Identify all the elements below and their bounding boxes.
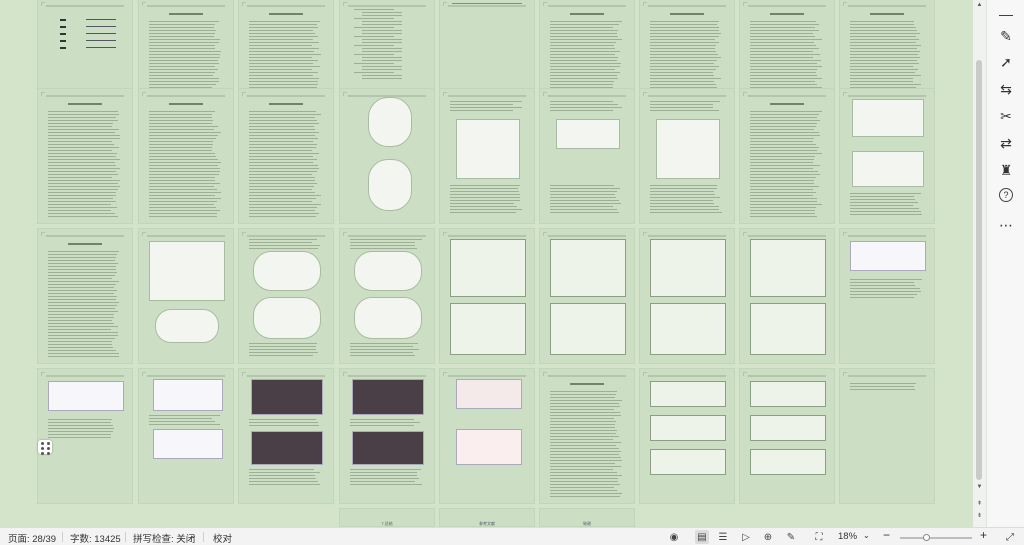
page-thumbnail[interactable]	[539, 228, 635, 364]
page-thumbnail[interactable]	[37, 368, 133, 504]
page-thumbnail[interactable]	[138, 368, 234, 504]
page-thumbnail[interactable]	[37, 88, 133, 224]
page-thumbnail[interactable]	[339, 88, 435, 224]
right-toolbar: — ✎ ➚ ⇆ ✂ ⇄ ♜ ? ⋯	[986, 0, 1024, 527]
page-thumbnail[interactable]	[539, 368, 635, 504]
scroll-thumb[interactable]	[976, 60, 982, 480]
proofread-button[interactable]: 校对	[213, 531, 232, 545]
tools-icon[interactable]: ✂	[996, 106, 1016, 126]
page-summary-tab[interactable]: 7 总结	[339, 508, 435, 527]
scroll-up-icon[interactable]: ▲	[976, 2, 983, 8]
zoom-in-button[interactable]: +	[980, 528, 987, 542]
zoom-out-button[interactable]: −	[883, 528, 890, 542]
page-thumbnail[interactable]	[138, 228, 234, 364]
scroll-down-icon[interactable]: ▼	[976, 484, 983, 490]
cursor-icon[interactable]: ➚	[996, 52, 1016, 72]
shirt-icon[interactable]: ♜	[996, 160, 1016, 180]
spellcheck-chevron-down-icon[interactable]: ⌄	[190, 531, 197, 540]
page-references-tab[interactable]: 参考文献	[439, 508, 535, 527]
page-thumbnail[interactable]	[739, 368, 835, 504]
eye-protection-icon[interactable]: ◉	[667, 530, 681, 544]
minimize-icon[interactable]: —	[996, 4, 1016, 24]
page-thumbnail[interactable]	[839, 88, 935, 224]
scroll-page-up-icon[interactable]: ⇞	[976, 500, 983, 507]
more-icon[interactable]: ⋯	[996, 215, 1016, 235]
zoom-level[interactable]: 18%	[838, 531, 857, 542]
page-thumbnail[interactable]	[639, 228, 735, 364]
page-thumbnail[interactable]	[238, 368, 334, 504]
zoom-slider[interactable]	[900, 537, 972, 539]
page-thanks-tab[interactable]: 致谢	[539, 508, 635, 527]
page-thumbnail[interactable]	[138, 88, 234, 224]
document-canvas[interactable]: 7 总结 参考文献 致谢	[0, 0, 986, 527]
page-thumbnail[interactable]	[439, 228, 535, 364]
status-bar: 页面: 28/39 字数: 13425 拼写检查: 关闭 ⌄ 校对 ◉ ▤ ☰ …	[0, 527, 1024, 545]
page-thumbnail[interactable]	[839, 228, 935, 364]
page-thumbnail[interactable]	[439, 88, 535, 224]
page-thumbnail[interactable]	[339, 228, 435, 364]
drag-handle-icon[interactable]	[38, 440, 52, 454]
scroll-page-down-icon[interactable]: ⇟	[976, 512, 983, 519]
page-thumbnail[interactable]	[639, 88, 735, 224]
pen-icon[interactable]: ✎	[996, 26, 1016, 46]
fullscreen-icon[interactable]: ⤢	[1003, 530, 1017, 544]
page-thumbnail[interactable]	[439, 368, 535, 504]
page-view-icon[interactable]: ▤	[695, 530, 709, 544]
page-thumbnail[interactable]	[339, 368, 435, 504]
page-thumbnail[interactable]	[639, 368, 735, 504]
spellcheck-toggle[interactable]: 拼写检查: 关闭	[133, 531, 195, 545]
zoom-slider-knob[interactable]	[923, 534, 930, 541]
word-count[interactable]: 字数: 13425	[70, 531, 121, 545]
page-thumbnail[interactable]	[739, 228, 835, 364]
page-thumbnail[interactable]	[839, 368, 935, 504]
help-icon[interactable]: ?	[999, 188, 1013, 202]
translate-icon[interactable]: ⇄	[996, 133, 1016, 153]
fit-screen-icon[interactable]: ⛶	[812, 530, 826, 544]
web-view-icon[interactable]: ⊕	[761, 530, 775, 544]
outline-view-icon[interactable]: ☰	[716, 530, 730, 544]
page-thumbnail[interactable]	[739, 88, 835, 224]
page-thumbnail[interactable]	[238, 228, 334, 364]
play-icon[interactable]: ▷	[739, 530, 753, 544]
page-thumbnail[interactable]	[37, 228, 133, 364]
write-icon[interactable]: ✎	[784, 530, 798, 544]
zoom-chevron-down-icon[interactable]: ⌄	[863, 531, 870, 540]
page-thumbnail[interactable]	[238, 88, 334, 224]
page-thumbnail[interactable]	[539, 88, 635, 224]
page-indicator[interactable]: 页面: 28/39	[8, 531, 56, 545]
adjust-icon[interactable]: ⇆	[996, 79, 1016, 99]
